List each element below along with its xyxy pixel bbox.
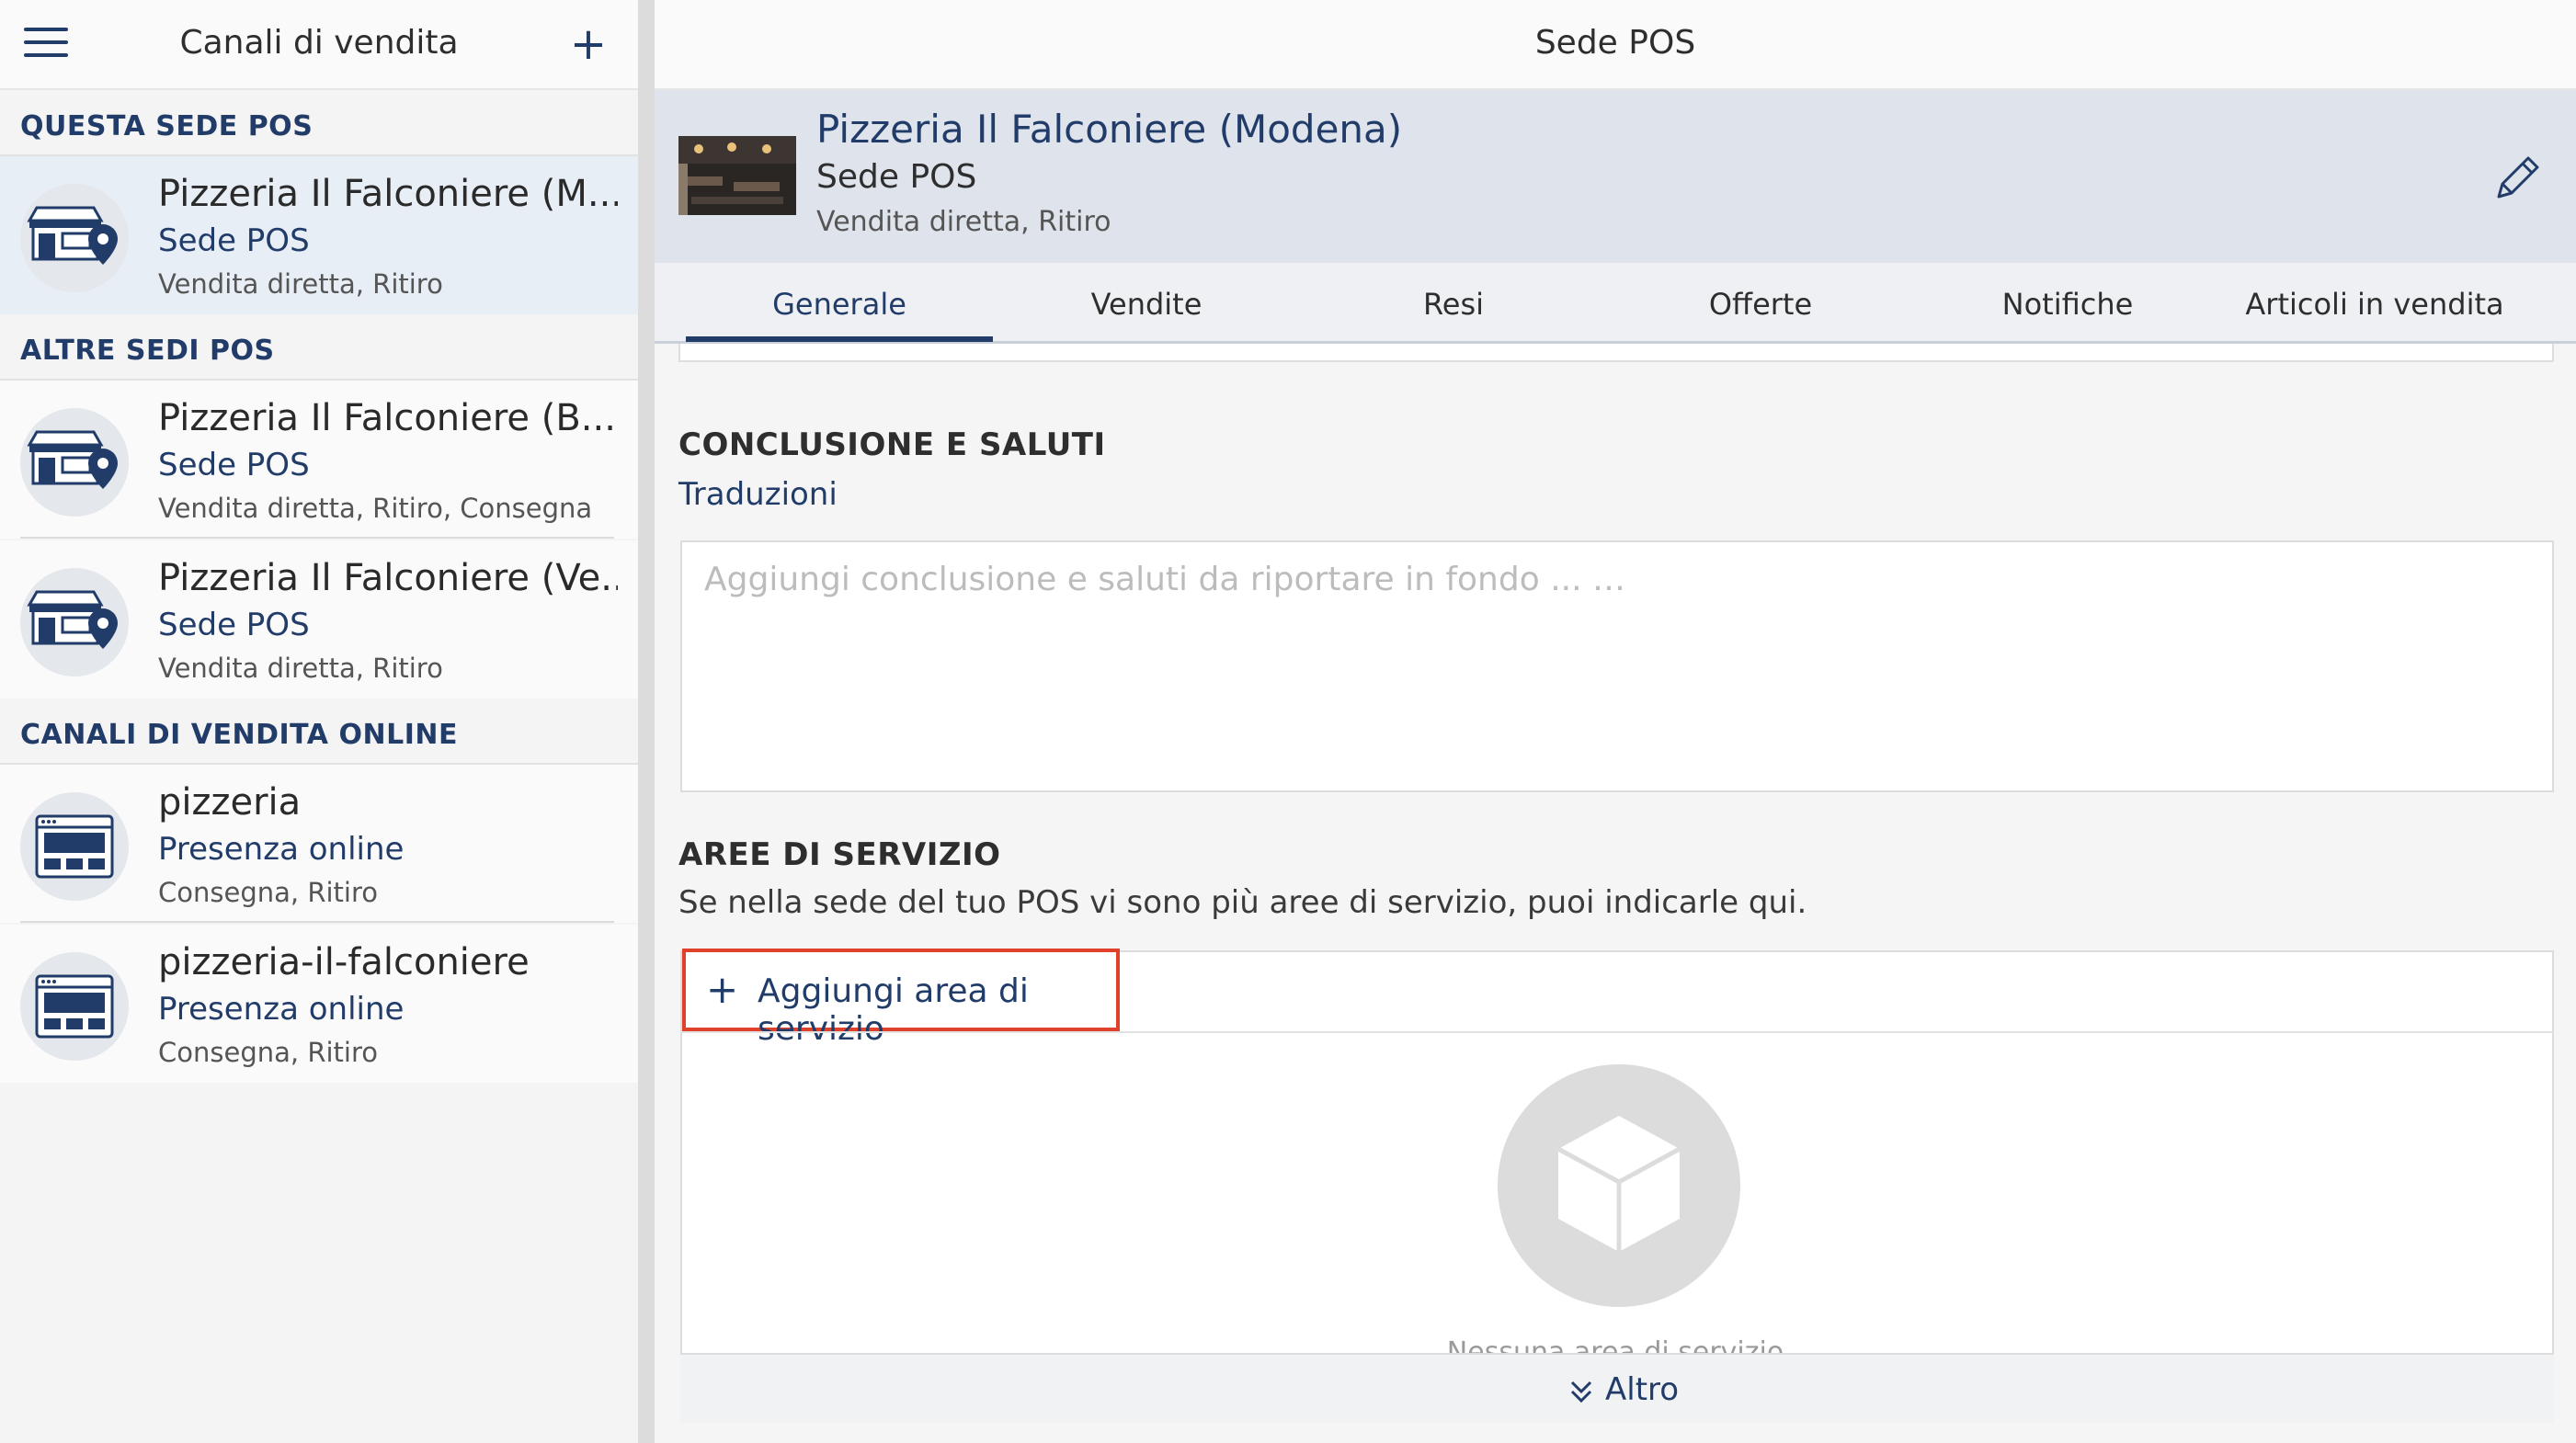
pos-subtitle: Vendita diretta, Ritiro — [816, 206, 1111, 238]
more-label: Altro — [1605, 1371, 1680, 1408]
left-header: Canali di vendita + — [0, 0, 638, 90]
service-areas-description: Se nella sede del tuo POS vi sono più ar… — [678, 884, 1807, 921]
channel-subtitle: Vendita diretta, Ritiro — [158, 268, 443, 300]
tab-vendite[interactable]: Vendite — [993, 287, 1300, 342]
add-service-area-label: Aggiungi area di servizio — [758, 972, 1029, 1048]
tab-offerte[interactable]: Offerte — [1607, 287, 1914, 342]
channel-name: Pizzeria Il Falconiere (B... — [158, 397, 616, 439]
channel-type: Sede POS — [158, 447, 310, 483]
channel-type: Presenza online — [158, 831, 405, 868]
channel-subtitle: Consegna, Ritiro — [158, 877, 378, 908]
translations-link[interactable]: Traduzioni — [678, 476, 838, 513]
channel-item[interactable]: Pizzeria Il Falconiere (B... Sede POS Ve… — [0, 381, 638, 539]
tab-articoli-in-vendita[interactable]: Articoli in vendita — [2221, 287, 2528, 342]
channel-type: Sede POS — [158, 607, 310, 643]
channel-item[interactable]: pizzeria-il-falconiere Presenza online C… — [0, 925, 638, 1083]
chevron-double-down-icon — [1568, 1371, 1594, 1408]
channel-name: pizzeria-il-falconiere — [158, 941, 530, 983]
channel-subtitle: Vendita diretta, Ritiro — [158, 653, 443, 684]
detail-panel: Sede POS Pizzeria Il Falconiere (Modena)… — [655, 0, 2576, 1443]
channel-type: Presenza online — [158, 991, 405, 1028]
section-header-online: CANALI DI VENDITA ONLINE — [0, 700, 638, 765]
channel-item[interactable]: pizzeria Presenza online Consegna, Ritir… — [0, 765, 638, 923]
channel-subtitle: Vendita diretta, Ritiro, Consegna — [158, 493, 593, 524]
tab-notifiche[interactable]: Notifiche — [1914, 287, 2221, 342]
divider — [680, 1031, 2554, 1033]
add-service-area-button[interactable]: + Aggiungi area di servizio — [682, 949, 1120, 1048]
active-tab-indicator — [686, 336, 993, 342]
service-areas-title: AREE DI SERVIZIO — [678, 836, 1001, 873]
restaurant-thumbnail — [678, 136, 796, 215]
edit-pencil-icon[interactable] — [2490, 151, 2545, 206]
tab-generale[interactable]: Generale — [686, 287, 993, 342]
tab-bar: Generale Vendite Resi Offerte Notifiche … — [655, 263, 2576, 344]
pos-type: Sede POS — [816, 158, 977, 196]
channel-name: Pizzeria Il Falconiere (M... — [158, 173, 618, 215]
closing-input[interactable] — [704, 561, 2525, 598]
store-location-icon — [20, 408, 129, 517]
plus-icon: + — [706, 967, 739, 1012]
browser-window-icon — [20, 792, 129, 901]
add-channel-button[interactable]: + — [568, 20, 609, 68]
section-header-other-pos: ALTRE SEDI POS — [0, 316, 638, 381]
channel-subtitle: Consegna, Ritiro — [158, 1037, 378, 1068]
channel-item[interactable]: Pizzeria Il Falconiere (Ve... Sede POS V… — [0, 540, 638, 699]
panel-splitter[interactable] — [638, 0, 655, 1443]
store-location-icon — [20, 568, 129, 676]
channel-name: Pizzeria Il Falconiere (Ve... — [158, 557, 618, 599]
channel-name: pizzeria — [158, 781, 302, 824]
right-header: Sede POS — [655, 0, 2576, 90]
store-location-icon — [20, 184, 129, 292]
closing-textarea-box — [680, 540, 2554, 792]
pos-info-header: Pizzeria Il Falconiere (Modena) Sede POS… — [655, 90, 2576, 263]
empty-box-icon — [1498, 1064, 1740, 1307]
pos-name: Pizzeria Il Falconiere (Modena) — [816, 107, 1403, 152]
closing-section-title: CONCLUSIONE E SALUTI — [678, 426, 1106, 463]
channel-type: Sede POS — [158, 222, 310, 259]
detail-title: Sede POS — [1534, 24, 1696, 62]
channel-item[interactable]: Pizzeria Il Falconiere (M... Sede POS Ve… — [0, 156, 638, 314]
section-header-this-pos: QUESTA SEDE POS — [0, 92, 638, 156]
browser-window-icon — [20, 952, 129, 1061]
sales-channels-panel: Canali di vendita + QUESTA SEDE POS Pizz… — [0, 0, 638, 1443]
previous-card-edge — [678, 344, 2554, 362]
tab-resi[interactable]: Resi — [1300, 287, 1607, 342]
more-button[interactable]: Altro — [680, 1353, 2554, 1423]
left-panel-title: Canali di vendita — [179, 24, 459, 62]
